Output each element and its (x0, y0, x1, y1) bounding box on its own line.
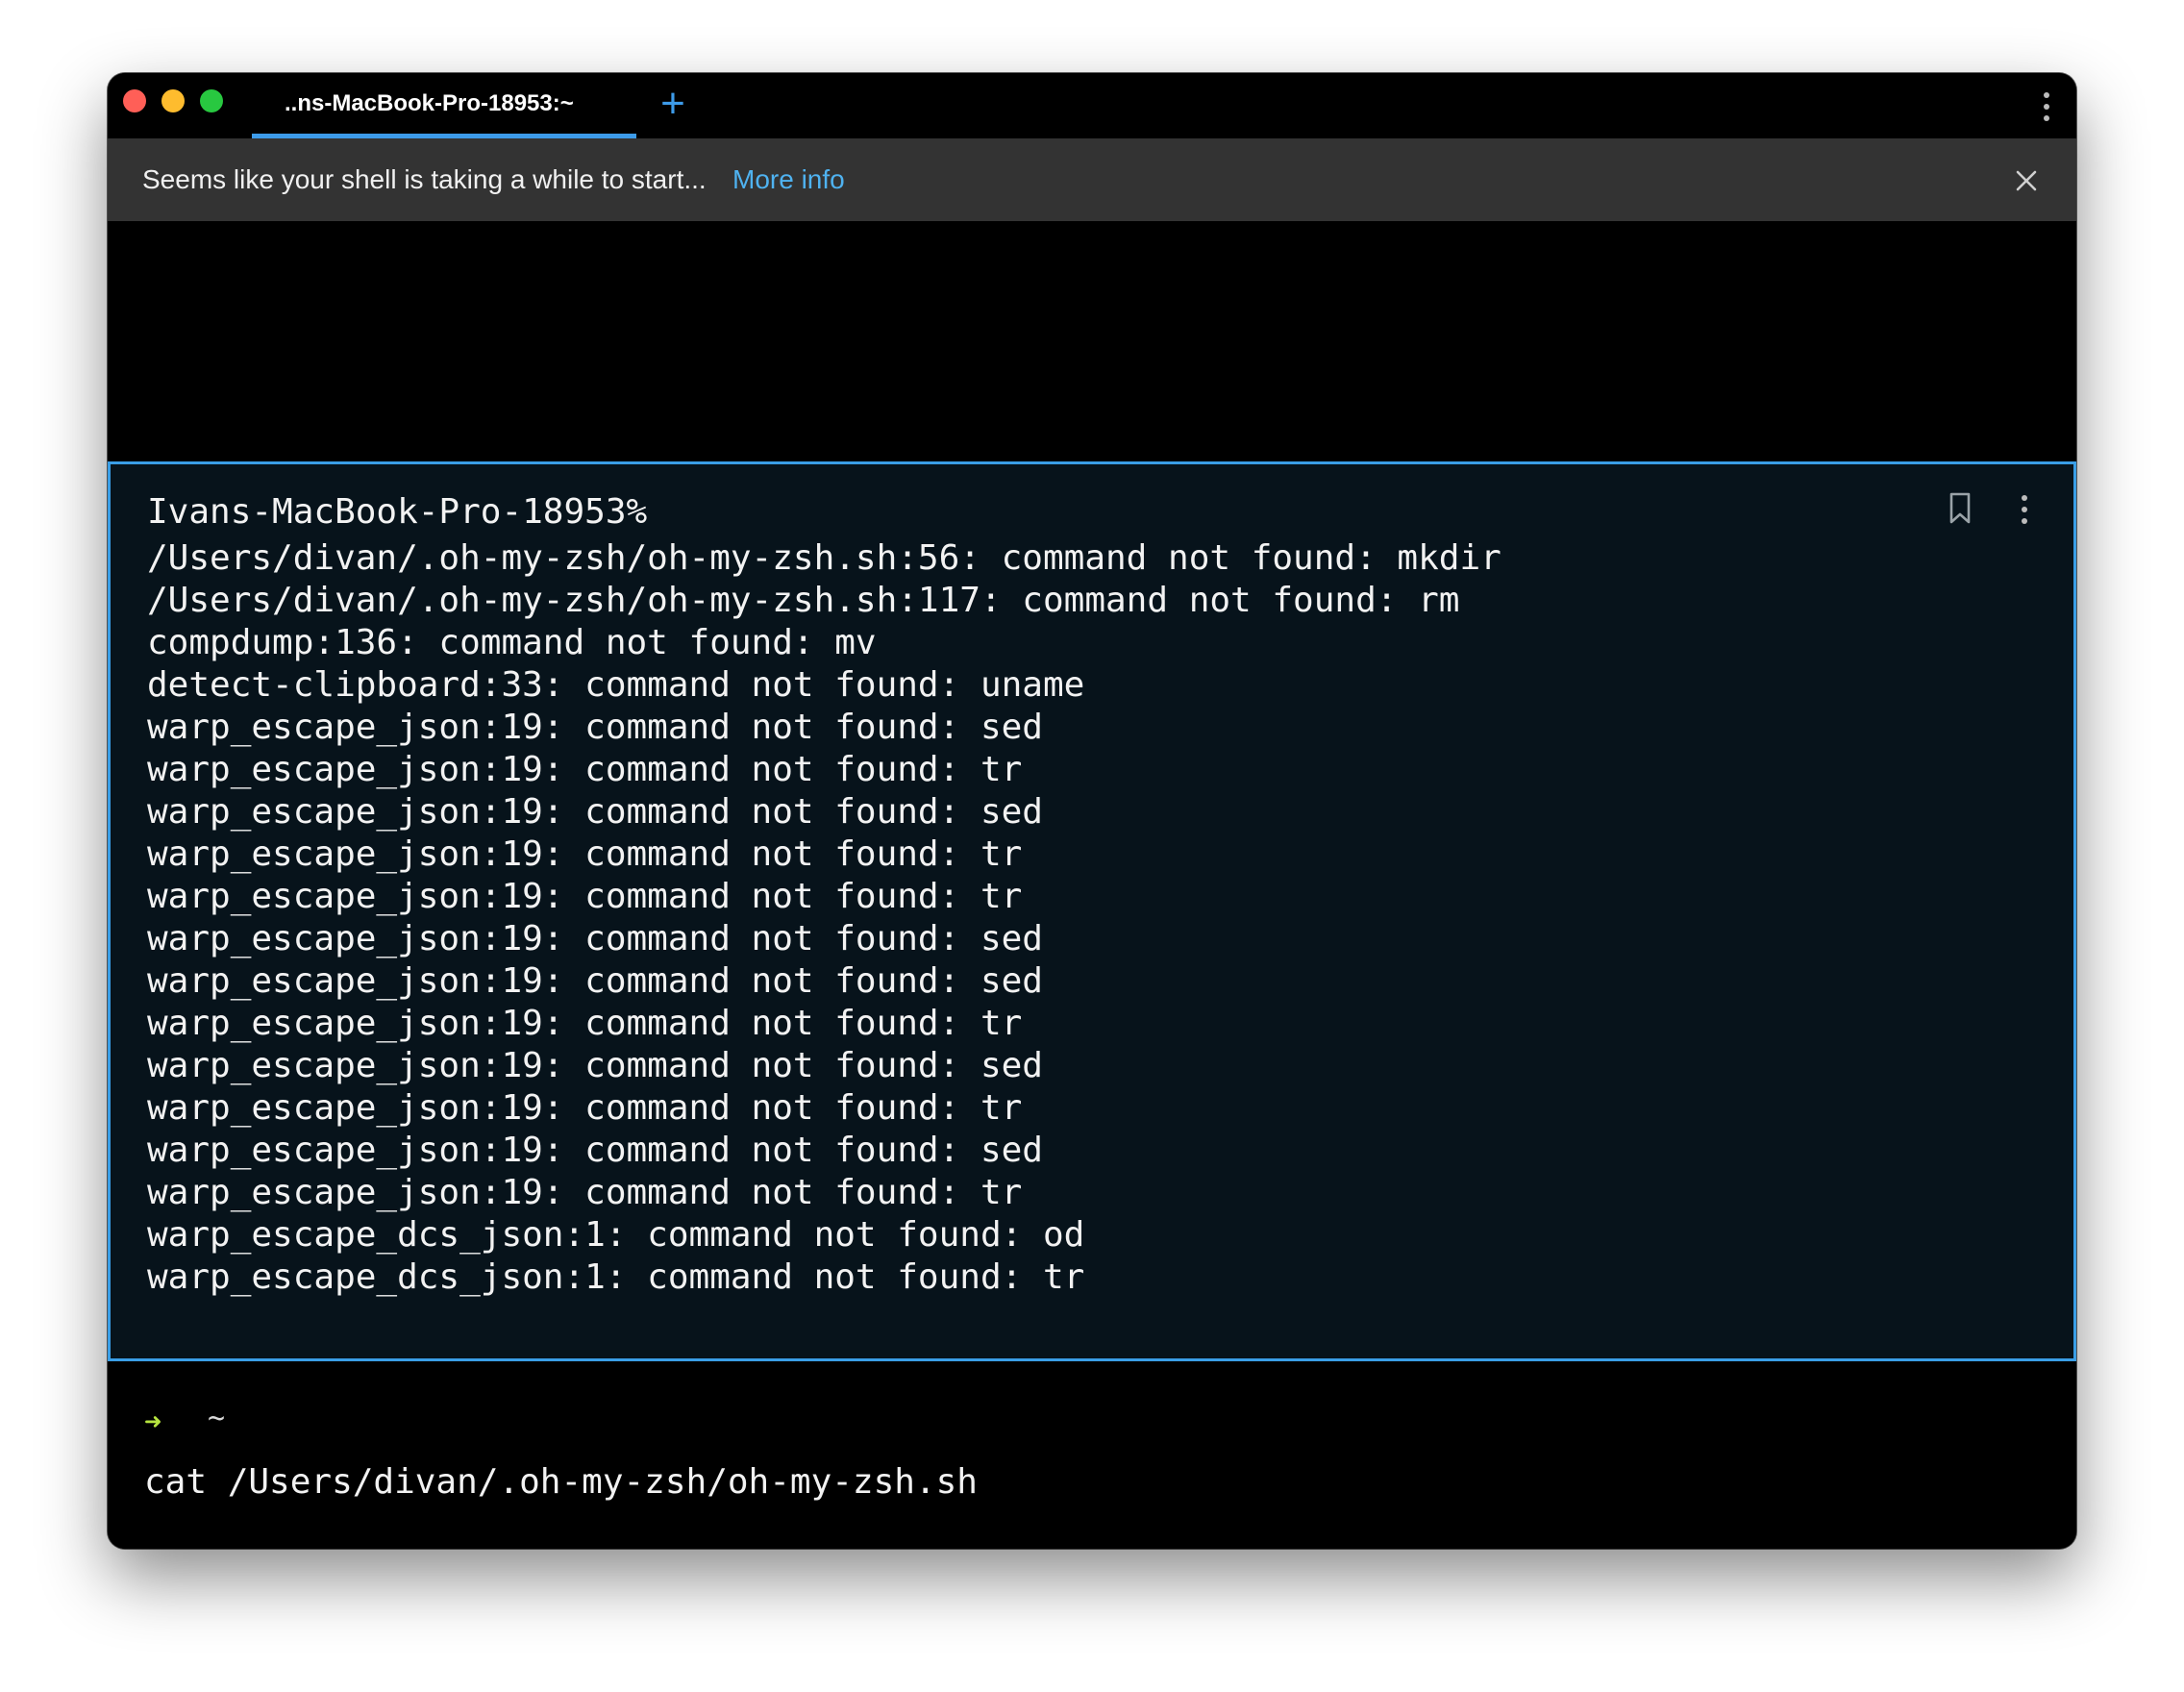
output-line: warp_escape_json:19: command not found: … (147, 919, 1043, 958)
output-line: warp_escape_json:19: command not found: … (147, 708, 1043, 747)
kebab-menu-icon[interactable] (2044, 92, 2051, 121)
output-line: warp_escape_dcs_json:1: command not foun… (147, 1215, 1085, 1255)
slow-startup-banner: Seems like your shell is taking a while … (108, 138, 2076, 221)
prompt-arrow-icon: ➜ (144, 1406, 162, 1439)
plus-icon[interactable]: + (654, 83, 692, 125)
banner-message: Seems like your shell is taking a while … (142, 164, 707, 194)
zoom-window-icon[interactable] (200, 89, 223, 112)
command-input[interactable]: cat /Users/divan/.oh-my-zsh/oh-my-zsh.sh (144, 1457, 978, 1507)
output-line: warp_escape_json:19: command not found: … (147, 1173, 1023, 1212)
prompt-directory: ~ (208, 1402, 226, 1435)
block-output: /Users/divan/.oh-my-zsh/oh-my-zsh.sh:56:… (147, 537, 1502, 1299)
title-bar: ..ns-MacBook-Pro-18953:~ + (108, 73, 2076, 138)
bookmark-icon[interactable] (1947, 491, 1973, 526)
output-line: warp_escape_dcs_json:1: command not foun… (147, 1257, 1085, 1297)
output-line: warp_escape_json:19: command not found: … (147, 834, 1023, 874)
output-line: warp_escape_json:19: command not found: … (147, 1004, 1023, 1043)
input-editor[interactable]: ➜ ~ cat /Users/divan/.oh-my-zsh/oh-my-zs… (108, 1361, 2076, 1549)
tab-active[interactable]: ..ns-MacBook-Pro-18953:~ (252, 73, 636, 138)
output-line: detect-clipboard:33: command not found: … (147, 665, 1085, 705)
output-block[interactable]: Ivans-MacBook-Pro-18953% /Users/divan/.o… (108, 461, 2076, 1361)
output-line: warp_escape_json:19: command not found: … (147, 750, 1023, 789)
close-icon[interactable] (2015, 169, 2038, 192)
close-window-icon[interactable] (123, 89, 146, 112)
output-line: warp_escape_json:19: command not found: … (147, 792, 1043, 832)
more-info-link[interactable]: More info (732, 138, 845, 221)
output-line: warp_escape_json:19: command not found: … (147, 1088, 1023, 1128)
output-line: warp_escape_json:19: command not found: … (147, 1131, 1043, 1170)
output-line: /Users/divan/.oh-my-zsh/oh-my-zsh.sh:56:… (147, 538, 1502, 578)
output-line: compdump:136: command not found: mv (147, 623, 877, 662)
output-line: warp_escape_json:19: command not found: … (147, 877, 1023, 916)
output-line: warp_escape_json:19: command not found: … (147, 961, 1043, 1001)
block-prompt: Ivans-MacBook-Pro-18953% (147, 492, 648, 532)
terminal-window: ..ns-MacBook-Pro-18953:~ + Seems like yo… (108, 73, 2076, 1549)
output-line: warp_escape_json:19: command not found: … (147, 1046, 1043, 1085)
block-menu-icon[interactable] (2022, 495, 2029, 524)
tab-title: ..ns-MacBook-Pro-18953:~ (285, 90, 574, 116)
minimize-window-icon[interactable] (161, 89, 185, 112)
output-line: /Users/divan/.oh-my-zsh/oh-my-zsh.sh:117… (147, 581, 1460, 620)
